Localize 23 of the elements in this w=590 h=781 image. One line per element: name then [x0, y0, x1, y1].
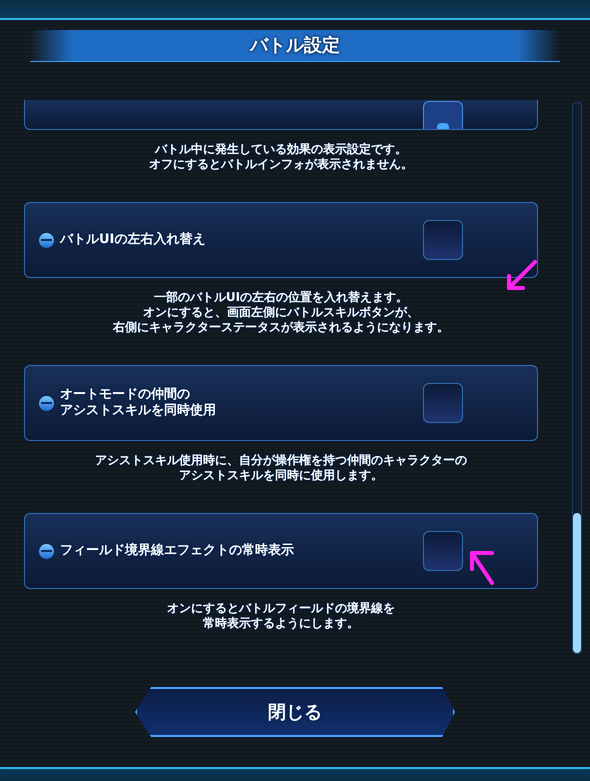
setting-description: 常時表示するようにします。: [203, 616, 359, 631]
setting-description: バトル中に発生している効果の表示設定です。: [155, 142, 407, 157]
setting-description: オフにするとバトルインフォが表示されません。: [149, 157, 413, 172]
checkbox[interactable]: [423, 383, 463, 423]
bullet-icon: [39, 396, 54, 410]
setting-label: バトルUIの左右入れ替え: [60, 232, 206, 248]
setting-label: アシストスキルを同時使用: [60, 403, 216, 419]
setting-description: アシストスキルを同時に使用します。: [179, 468, 383, 483]
setting-label: オートモードの仲間の: [60, 387, 191, 403]
setting-description: 一部のバトルUIの左右の位置を入れ替えます。: [154, 290, 408, 305]
setting-description: アシストスキル使用時に、自分が操作権を持つ仲間のキャラクターの: [95, 453, 467, 468]
bullet-icon: [39, 232, 54, 248]
bullet-icon: [39, 544, 54, 558]
setting-label: フィールド境界線エフェクトの常時表示: [60, 543, 294, 559]
setting-description: オンにすると、画面左側にバトルスキルボタンが、: [143, 305, 419, 320]
setting-description: 右側にキャラクターステータスが表示されるようになります。: [113, 320, 449, 335]
checkbox[interactable]: [423, 531, 463, 571]
scrollbar-thumb[interactable]: [573, 513, 581, 653]
setting-description: オンにするとバトルフィールドの境界線を: [167, 601, 395, 616]
checkbox[interactable]: [423, 101, 463, 129]
window-title: バトル設定: [250, 34, 340, 58]
checkbox[interactable]: [423, 220, 463, 260]
close-button[interactable]: 閉じる: [135, 687, 455, 737]
